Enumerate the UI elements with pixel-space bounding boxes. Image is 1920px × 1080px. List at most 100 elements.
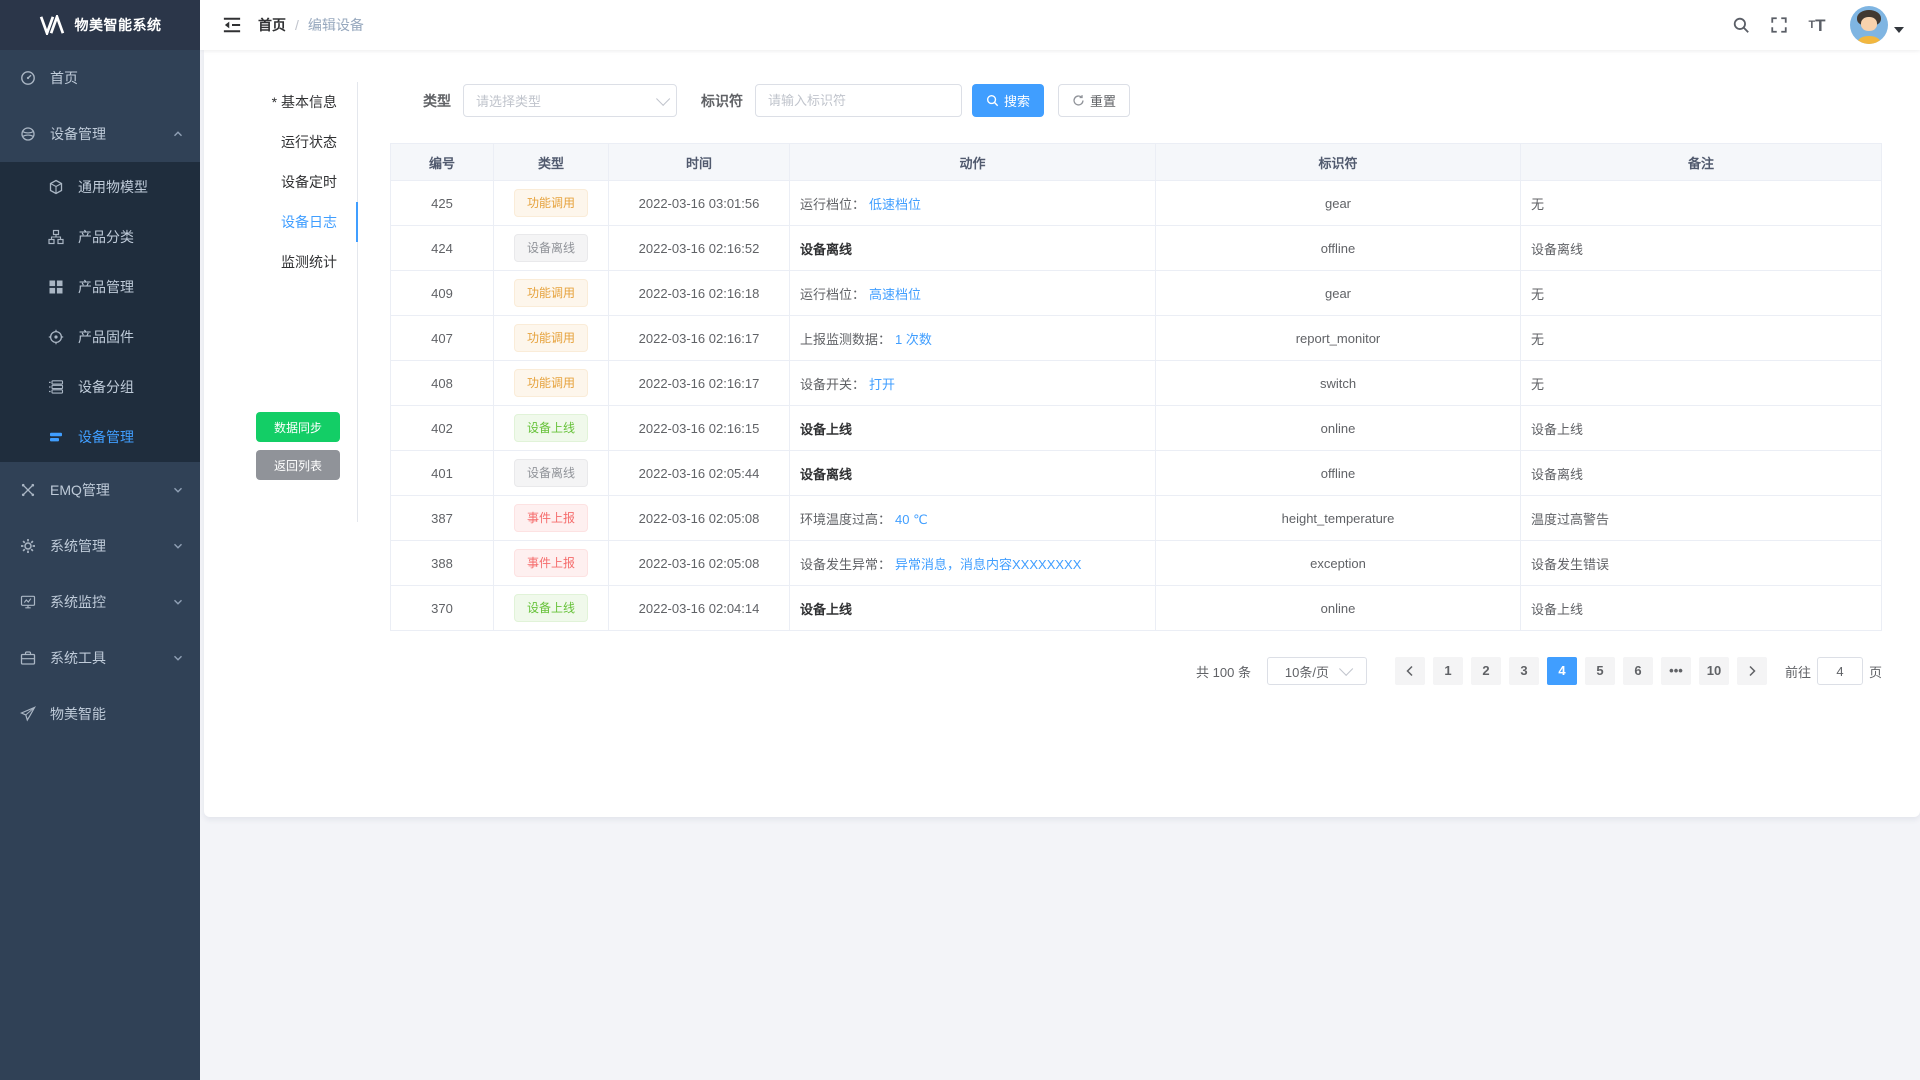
- prev-page-button[interactable]: [1395, 657, 1425, 685]
- side-actions: 数据同步 返回列表: [204, 412, 357, 480]
- reset-button[interactable]: 重置: [1058, 84, 1130, 117]
- status-tag: 功能调用: [514, 324, 588, 352]
- breadcrumb-home[interactable]: 首页: [258, 15, 286, 35]
- sidebar-item-toolbox[interactable]: 系统工具: [0, 630, 200, 686]
- cell-action: 设备发生异常：异常消息，消息内容XXXXXXXX: [790, 541, 1156, 586]
- cell-type: 设备上线: [494, 586, 609, 631]
- cell-identifier: gear: [1156, 271, 1521, 316]
- tab-device-log[interactable]: 设备日志: [204, 202, 357, 242]
- status-tag: 设备上线: [514, 414, 588, 442]
- action-text: 上报监测数据：: [800, 332, 891, 347]
- back-to-list-button[interactable]: 返回列表: [256, 450, 340, 480]
- page-button-2[interactable]: 2: [1471, 657, 1501, 685]
- cell-remark: 设备上线: [1521, 586, 1882, 631]
- page-ellipsis-button[interactable]: •••: [1661, 657, 1691, 685]
- sidebar-item-firmware[interactable]: 产品固件: [0, 312, 200, 362]
- goto-label: 前往: [1785, 662, 1811, 681]
- firmware-icon: [48, 329, 64, 345]
- sidebar-item-thing-model[interactable]: 通用物模型: [0, 162, 200, 212]
- sidebar-item-monitor[interactable]: 系统监控: [0, 574, 200, 630]
- sidebar-item-label: 设备分组: [78, 377, 184, 397]
- page-button-6[interactable]: 6: [1623, 657, 1653, 685]
- goto-unit: 页: [1869, 662, 1882, 681]
- search-button[interactable]: 搜索: [972, 84, 1044, 117]
- cell-time: 2022-03-16 02:16:17: [609, 361, 790, 406]
- cell-action: 设备离线: [790, 451, 1156, 496]
- action-link[interactable]: 打开: [869, 377, 895, 392]
- page-button-1[interactable]: 1: [1433, 657, 1463, 685]
- sidebar-item-device-group[interactable]: 设备分组: [0, 362, 200, 412]
- search-icon: [986, 94, 999, 107]
- fullscreen-icon[interactable]: [1769, 15, 1789, 35]
- avatar[interactable]: [1850, 6, 1888, 44]
- next-page-button[interactable]: [1737, 657, 1767, 685]
- page-button-5[interactable]: 5: [1585, 657, 1615, 685]
- cell-action: 上报监测数据： 1 次数: [790, 316, 1156, 361]
- cell-id: 408: [391, 361, 494, 406]
- tab-basic-info[interactable]: * 基本信息: [204, 82, 357, 122]
- status-tag: 事件上报: [514, 504, 588, 532]
- font-size-icon[interactable]: TT: [1807, 15, 1827, 35]
- sidebar-item-paper-plane[interactable]: 物美智能: [0, 686, 200, 742]
- cell-time: 2022-03-16 02:05:08: [609, 541, 790, 586]
- type-label: 类型: [423, 91, 451, 111]
- sidebar-item-label: 产品固件: [78, 327, 184, 347]
- page-button-3[interactable]: 3: [1509, 657, 1539, 685]
- cell-type: 功能调用: [494, 271, 609, 316]
- page-button-10[interactable]: 10: [1699, 657, 1729, 685]
- action-link[interactable]: 40 ℃: [895, 512, 928, 527]
- cell-time: 2022-03-16 02:05:08: [609, 496, 790, 541]
- sidebar-item-product-grid[interactable]: 产品管理: [0, 262, 200, 312]
- cell-action: 设备上线: [790, 406, 1156, 451]
- cell-time: 2022-03-16 03:01:56: [609, 181, 790, 226]
- cell-type: 功能调用: [494, 181, 609, 226]
- page-button-4[interactable]: 4: [1547, 657, 1577, 685]
- status-tag: 功能调用: [514, 279, 588, 307]
- cell-id: 425: [391, 181, 494, 226]
- table-header-row: 编号类型时间动作标识符备注: [391, 144, 1882, 181]
- action-link[interactable]: 1 次数: [895, 332, 932, 347]
- tab-device-timer[interactable]: 设备定时: [204, 162, 357, 202]
- cell-identifier: report_monitor: [1156, 316, 1521, 361]
- cell-action: 设备离线: [790, 226, 1156, 271]
- cell-id: 387: [391, 496, 494, 541]
- sidebar-item-settings[interactable]: 系统管理: [0, 518, 200, 574]
- avatar-shirt: [1858, 36, 1880, 44]
- tab-monitor-stats[interactable]: 监测统计: [204, 242, 357, 282]
- data-sync-button[interactable]: 数据同步: [256, 412, 340, 442]
- sidebar: 物美智能系统 首页设备管理通用物模型产品分类产品管理产品固件设备分组设备管理EM…: [0, 0, 200, 1080]
- sidebar-item-emq[interactable]: EMQ管理: [0, 462, 200, 518]
- cell-action: 环境温度过高：40 ℃: [790, 496, 1156, 541]
- sidebar-item-category[interactable]: 产品分类: [0, 212, 200, 262]
- action-link[interactable]: 高速档位: [869, 287, 921, 302]
- sidebar-menu: 首页设备管理通用物模型产品分类产品管理产品固件设备分组设备管理EMQ管理系统管理…: [0, 50, 200, 742]
- identifier-input[interactable]: [755, 84, 962, 117]
- status-tag: 事件上报: [514, 549, 588, 577]
- cell-remark: 无: [1521, 271, 1882, 316]
- hamburger-fold-icon[interactable]: [222, 15, 242, 35]
- action-text: 设备上线: [800, 602, 852, 617]
- caret-down-icon[interactable]: [1894, 27, 1904, 33]
- sidebar-item-dashboard[interactable]: 首页: [0, 50, 200, 106]
- type-select-placeholder: 请选择类型: [476, 91, 656, 110]
- sidebar-item-label: 产品管理: [78, 277, 184, 297]
- log-panel: 类型 请选择类型 标识符 搜索 重置: [358, 82, 1920, 817]
- cell-remark: 无: [1521, 361, 1882, 406]
- app-logo[interactable]: 物美智能系统: [0, 0, 200, 50]
- refresh-icon: [1072, 94, 1085, 107]
- sidebar-item-device-manage[interactable]: 设备管理: [0, 106, 200, 162]
- action-link[interactable]: 低速档位: [869, 197, 921, 212]
- tabs-list: * 基本信息运行状态设备定时设备日志监测统计: [204, 82, 357, 282]
- filter-bar: 类型 请选择类型 标识符 搜索 重置: [423, 84, 1882, 117]
- search-icon[interactable]: [1731, 15, 1751, 35]
- app-title: 物美智能系统: [75, 15, 162, 35]
- tab-run-status[interactable]: 运行状态: [204, 122, 357, 162]
- page-size-select[interactable]: 10条/页: [1267, 657, 1367, 685]
- goto-page-input[interactable]: [1817, 657, 1863, 685]
- table-row: 401设备离线2022-03-16 02:05:44设备离线offline设备离…: [391, 451, 1882, 496]
- table-row: 387事件上报2022-03-16 02:05:08环境温度过高：40 ℃hei…: [391, 496, 1882, 541]
- type-select[interactable]: 请选择类型: [463, 84, 677, 117]
- action-link[interactable]: 异常消息，消息内容XXXXXXXX: [895, 557, 1081, 572]
- sidebar-item-device-list[interactable]: 设备管理: [0, 412, 200, 462]
- chevron-down-icon: [172, 652, 184, 664]
